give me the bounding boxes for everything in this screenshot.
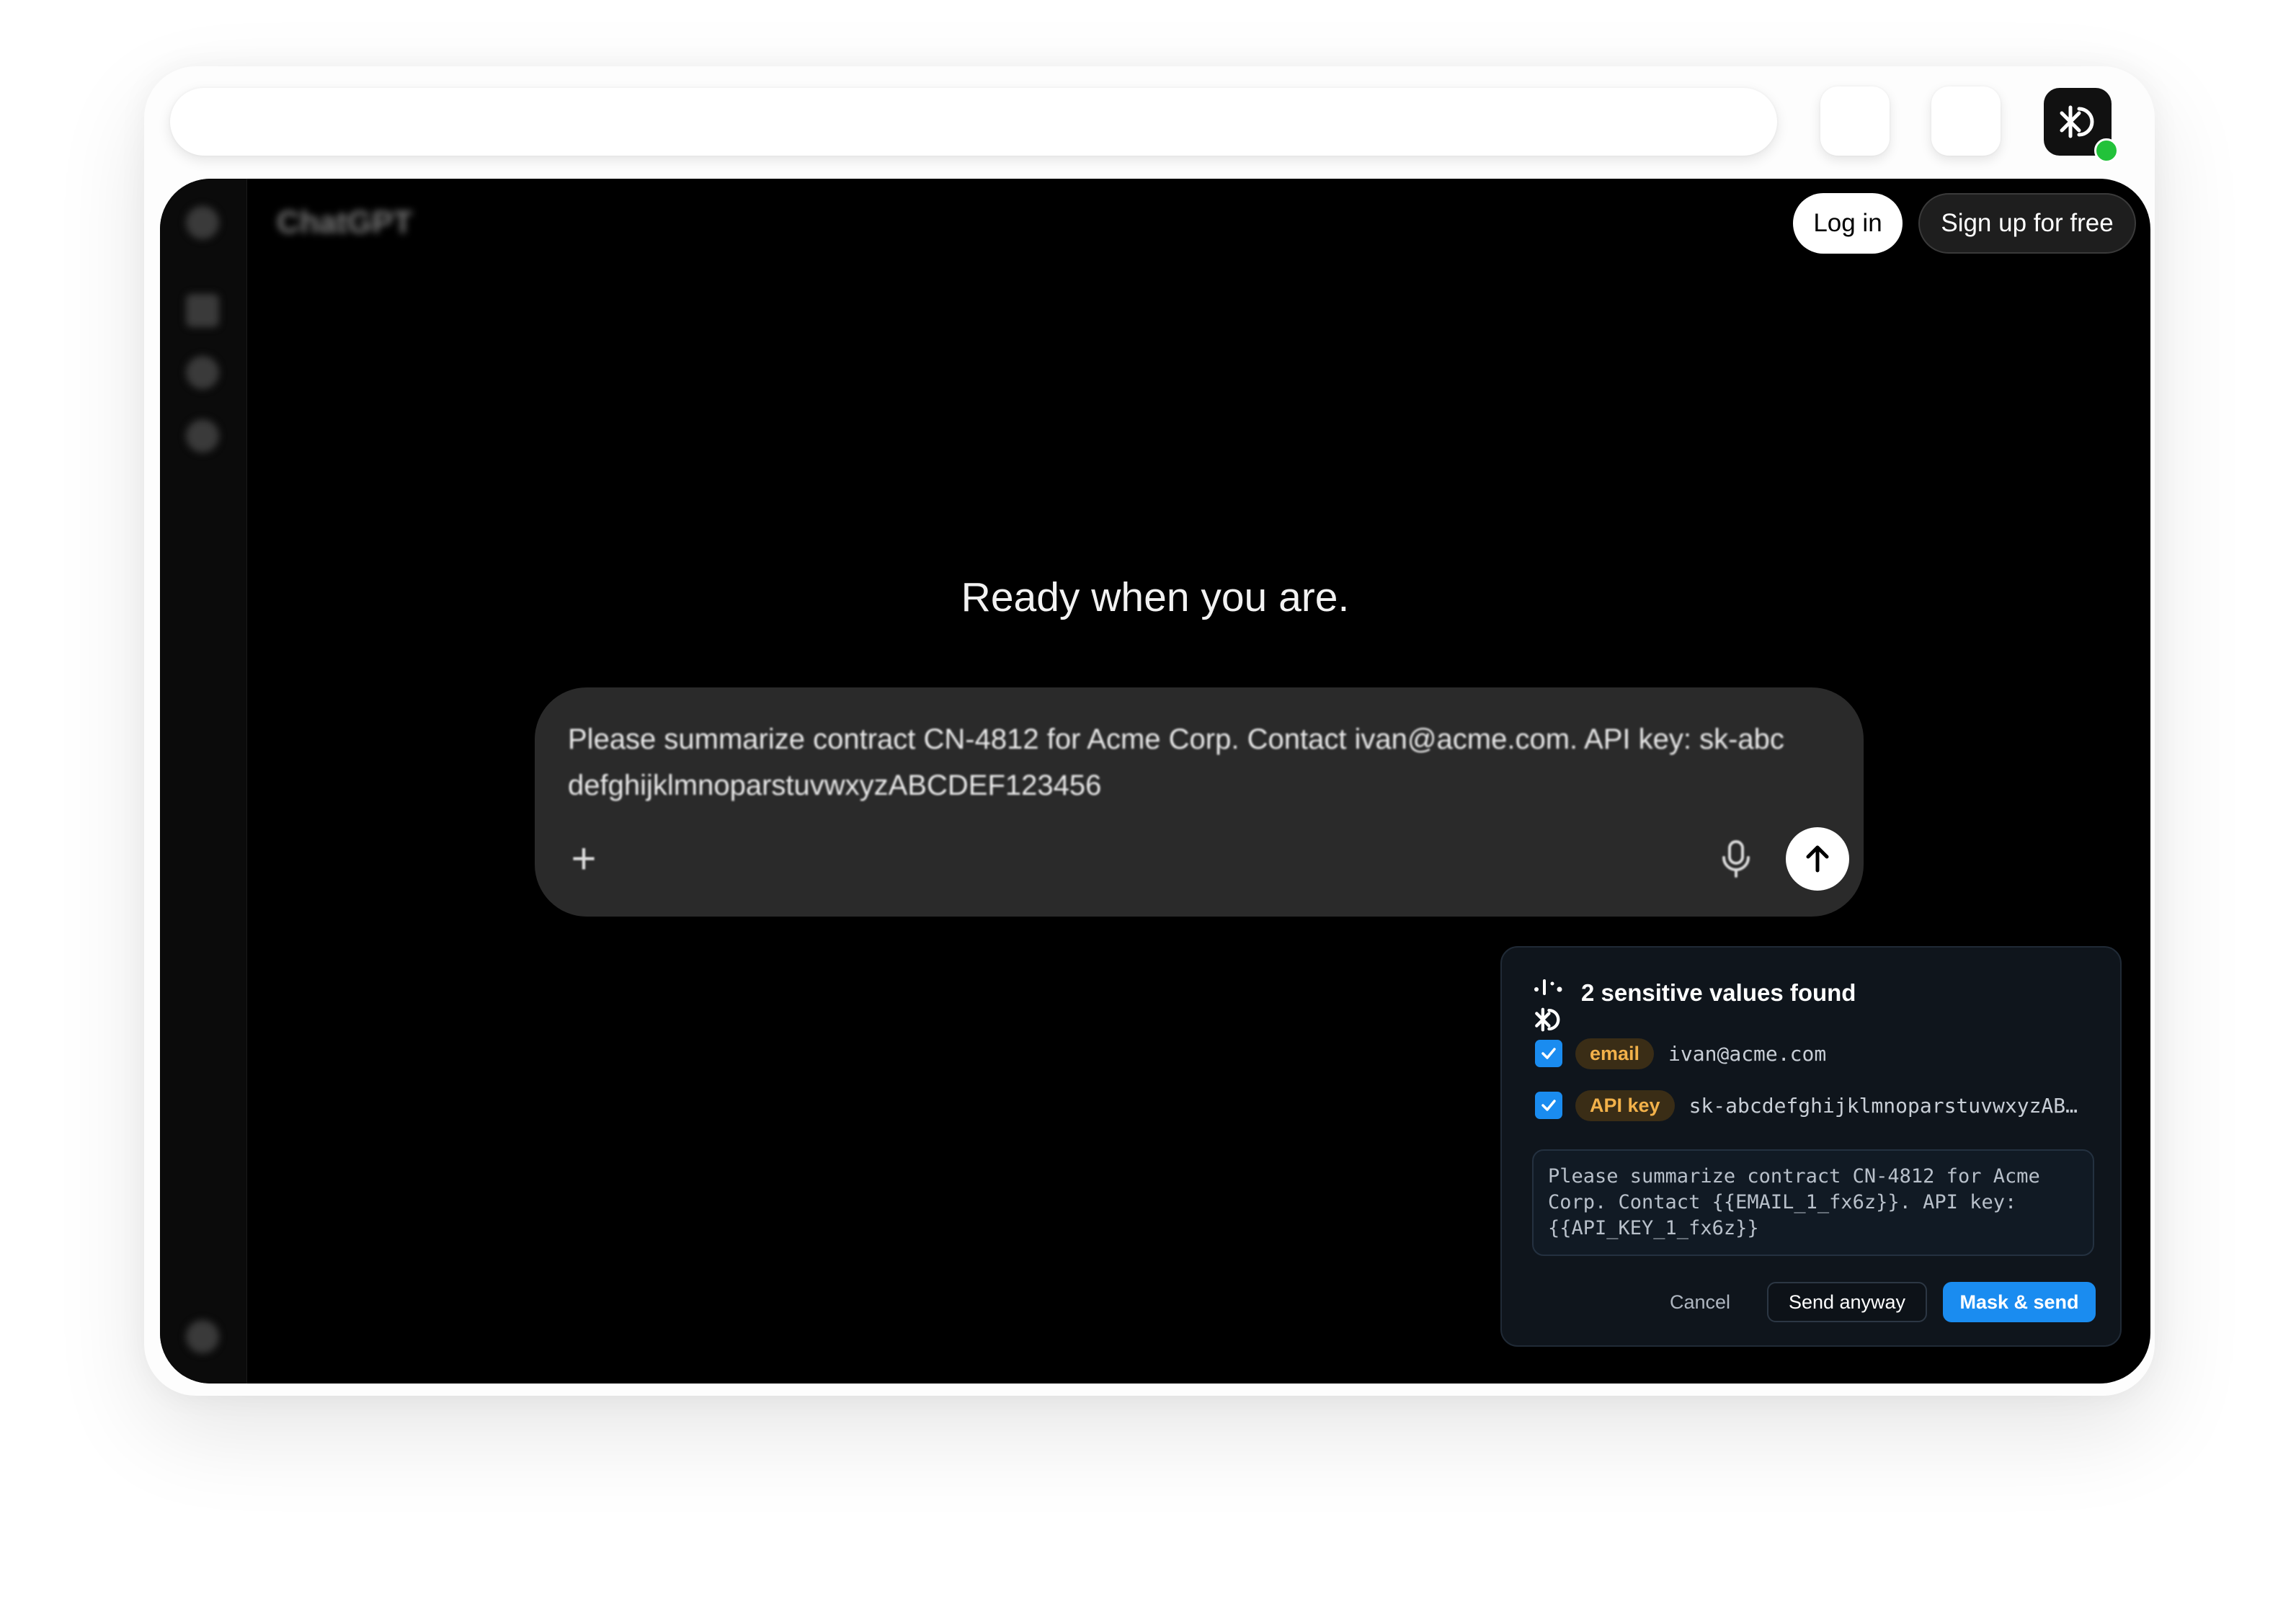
sparkle-icon <box>1534 979 1562 995</box>
sensitive-data-popup: 2 sensitive values found email ivan@acme… <box>1500 946 2122 1347</box>
library-icon[interactable] <box>186 419 219 453</box>
checkmark-icon <box>1541 1100 1556 1111</box>
finding-row: email ivan@acme.com <box>1535 1038 2097 1069</box>
prompt-input[interactable]: Please summarize contract CN-4812 for Ac… <box>568 716 1793 808</box>
logo-icon[interactable] <box>186 206 219 239</box>
account-icon[interactable] <box>186 1320 219 1353</box>
search-icon[interactable] <box>186 356 219 389</box>
status-indicator <box>2094 138 2119 163</box>
finding-checkbox[interactable] <box>1535 1092 1562 1119</box>
login-button[interactable]: Log in <box>1793 193 1903 254</box>
finding-row: API key sk-abcdefghijklmnoparstuvwxyzAB… <box>1535 1090 2097 1121</box>
microphone-icon[interactable] <box>1718 839 1754 879</box>
address-bar[interactable] <box>170 88 1777 156</box>
send-anyway-button[interactable]: Send anyway <box>1767 1282 1927 1322</box>
popup-title: 2 sensitive values found <box>1581 979 1856 1006</box>
extension-button[interactable] <box>1820 86 1890 156</box>
finding-value: ivan@acme.com <box>1668 1041 1827 1066</box>
finding-checkbox[interactable] <box>1535 1040 1562 1067</box>
signup-button[interactable]: Sign up for free <box>1918 193 2136 254</box>
model-selector[interactable]: ChatGPT <box>277 205 412 241</box>
finding-type-badge: API key <box>1575 1090 1675 1121</box>
finding-value: sk-abcdefghijklmnoparstuvwxyzAB… <box>1688 1093 2078 1118</box>
mask-and-send-button[interactable]: Mask & send <box>1943 1282 2096 1322</box>
send-button[interactable] <box>1786 827 1849 891</box>
privacy-logo-icon <box>2060 105 2094 138</box>
arrow-up-icon <box>1806 845 1829 873</box>
extension-button[interactable] <box>1931 86 2001 156</box>
masked-preview: Please summarize contract CN-4812 for Ac… <box>1532 1149 2094 1256</box>
new-chat-icon[interactable] <box>186 294 219 327</box>
finding-type-badge: email <box>1575 1038 1655 1069</box>
checkmark-icon <box>1541 1048 1556 1059</box>
plus-icon[interactable]: + <box>564 837 604 881</box>
privacy-logo-icon <box>1535 1007 1560 1032</box>
prompt-composer[interactable]: Please summarize contract CN-4812 for Ac… <box>535 687 1864 917</box>
hero-heading: Ready when you are. <box>961 574 1350 620</box>
cancel-button[interactable]: Cancel <box>1653 1282 1747 1322</box>
sidebar <box>160 179 247 1384</box>
